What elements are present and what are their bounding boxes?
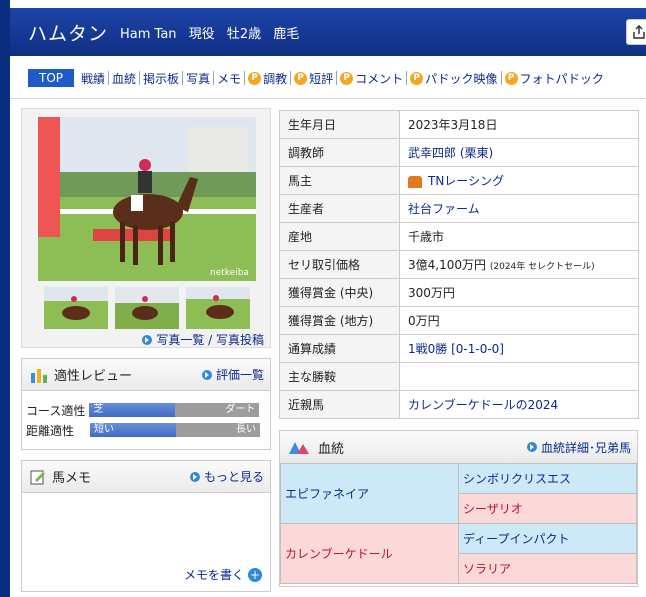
premium-icon: P bbox=[504, 71, 518, 85]
memo-title: 馬メモ bbox=[52, 471, 92, 486]
arrow-circle-icon bbox=[201, 369, 212, 380]
tab-photo-paddock[interactable]: P フォトパドック bbox=[502, 71, 607, 86]
horse-nav: TOP 戦績 血統 掲示板 写真 メモ P 調教 P 短評 P コメント P パドック映… bbox=[22, 67, 646, 89]
pedigree-table: エピファネイア シンボリクリスエス シーザリオ カレンブーケドール ディープイン… bbox=[280, 463, 637, 584]
bar-chart-icon bbox=[31, 368, 47, 383]
premium-icon: P bbox=[410, 71, 424, 85]
photo-watermark: netkeiba bbox=[210, 268, 249, 278]
main-wins bbox=[399, 362, 639, 391]
record-link[interactable]: 1戦0勝 [0-1-0-0] bbox=[408, 342, 504, 356]
memo-panel: 馬メモ もっと見る メモを書く + bbox=[21, 460, 271, 592]
english-name: Ham Tan bbox=[120, 26, 177, 42]
sale-price: 3億4,100万円 bbox=[408, 258, 486, 272]
aptitude-header: 適性レビュー 評価一覧 bbox=[22, 359, 270, 391]
prize-local: 0万円 bbox=[399, 306, 639, 335]
tab-short-review[interactable]: P 短評 bbox=[291, 71, 338, 86]
pedigree-detail-link[interactable]: 血統詳細･兄弟馬 bbox=[526, 439, 631, 456]
prize-central: 300万円 bbox=[399, 278, 639, 307]
thumbnail[interactable] bbox=[44, 287, 108, 329]
arrow-circle-icon bbox=[526, 442, 537, 452]
nav-divider bbox=[10, 98, 646, 99]
photo-thumbnails bbox=[44, 287, 250, 329]
thumbnail[interactable] bbox=[186, 287, 250, 329]
pedigree-panel: 血統 血統詳細･兄弟馬 エピファネイア シンボリクリスエス シーザリオ カレンブ… bbox=[279, 430, 638, 587]
tab-results[interactable]: 戦績 bbox=[78, 71, 110, 86]
sire-dam[interactable]: シーザリオ bbox=[458, 493, 637, 524]
plus-icon: + bbox=[248, 567, 262, 582]
profile-table: 生年月日 2023年3月18日 調教師 武幸四郎 (栗東) 馬主 TNレーシング 生… bbox=[279, 110, 639, 419]
dam[interactable]: カレンブーケドール bbox=[280, 523, 459, 584]
sex-age: 牡2歳 bbox=[226, 26, 262, 42]
photo-list-link[interactable]: 写真一覧 / 写真投稿 bbox=[156, 331, 264, 348]
trainer-link[interactable]: 武幸四郎 (栗東) bbox=[408, 146, 493, 160]
share-icon bbox=[633, 25, 645, 39]
tab-memo[interactable]: メモ bbox=[214, 71, 246, 86]
breeder-link[interactable]: 社台ファーム bbox=[408, 202, 480, 216]
arrow-circle-icon bbox=[189, 471, 200, 482]
thumbnail[interactable] bbox=[115, 287, 179, 329]
origin: 千歳市 bbox=[399, 222, 639, 251]
premium-icon: P bbox=[248, 71, 262, 85]
premium-icon: P bbox=[294, 71, 308, 85]
photo-links[interactable]: 写真一覧 / 写真投稿 bbox=[142, 331, 264, 348]
sale-note: (2024年 セレクトセール) bbox=[489, 262, 595, 272]
distance-label: 距離適性 bbox=[26, 423, 75, 438]
photo-section: netkeiba 写真一覧 / 写真投稿 bbox=[21, 108, 271, 348]
status: 現役 bbox=[188, 26, 215, 42]
owner-link[interactable]: TNレーシング bbox=[428, 174, 504, 188]
main-horse-photo[interactable]: netkeiba bbox=[38, 117, 256, 281]
pedigree-icon bbox=[289, 442, 309, 454]
tab-board[interactable]: 掲示板 bbox=[140, 71, 184, 86]
tab-pedigree[interactable]: 血統 bbox=[109, 71, 141, 86]
pedigree-header: 血統 血統詳細･兄弟馬 bbox=[280, 431, 637, 463]
arrow-circle-icon bbox=[142, 334, 153, 345]
aptitude-panel: 適性レビュー 評価一覧 コース適性 芝 ダート 距離適性 短い 長い bbox=[21, 358, 271, 450]
coat-color: 鹿毛 bbox=[273, 26, 300, 42]
course-bar: 芝 ダート bbox=[89, 403, 260, 417]
horse-meta: Ham Tan 現役 牡2歳 鹿毛 bbox=[120, 23, 307, 42]
dam-sire[interactable]: ディープインパクト bbox=[458, 523, 637, 554]
dam-dam[interactable]: ソラリア bbox=[458, 553, 637, 584]
pedigree-title: 血統 bbox=[318, 441, 345, 457]
page-header: ハムタン Ham Tan 現役 牡2歳 鹿毛 bbox=[10, 8, 646, 56]
tab-photos[interactable]: 写真 bbox=[183, 71, 215, 86]
tab-paddock-video[interactable]: P パドック映像 bbox=[407, 71, 502, 86]
share-button[interactable] bbox=[626, 19, 646, 45]
left-edge-bar bbox=[0, 0, 10, 597]
distance-bar: 短い 長い bbox=[90, 423, 261, 437]
distance-aptitude: 距離適性 短い 長い bbox=[26, 420, 270, 440]
aptitude-title: 適性レビュー bbox=[54, 369, 133, 384]
horse-name: ハムタン bbox=[28, 22, 109, 45]
tab-comment[interactable]: P コメント bbox=[337, 71, 408, 86]
memo-more-link[interactable]: もっと見る bbox=[189, 468, 264, 485]
course-aptitude: コース適性 芝 ダート bbox=[26, 400, 270, 420]
sire-sire[interactable]: シンボリクリスエス bbox=[458, 463, 637, 494]
course-label: コース適性 bbox=[26, 403, 86, 418]
silks-icon bbox=[408, 175, 422, 188]
relative-link[interactable]: カレンブーケドールの2024 bbox=[408, 398, 558, 412]
memo-header: 馬メモ もっと見る bbox=[22, 461, 270, 493]
sire[interactable]: エピファネイア bbox=[280, 463, 459, 524]
memo-write-link[interactable]: メモを書く + bbox=[184, 566, 262, 583]
memo-icon bbox=[30, 470, 45, 484]
birth-date: 2023年3月18日 bbox=[399, 110, 639, 139]
aptitude-list-link[interactable]: 評価一覧 bbox=[201, 366, 264, 383]
premium-icon: P bbox=[340, 71, 354, 85]
tab-top[interactable]: TOP bbox=[28, 69, 75, 87]
tab-training[interactable]: P 調教 bbox=[245, 71, 292, 86]
